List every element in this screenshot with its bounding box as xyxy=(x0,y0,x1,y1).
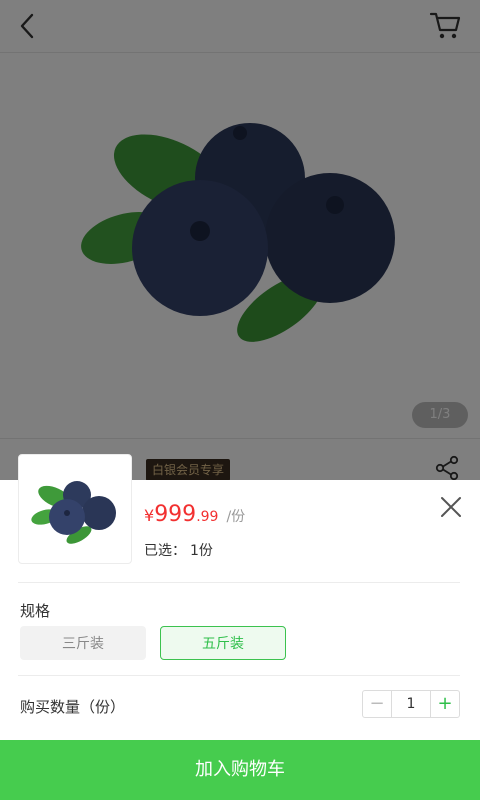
divider xyxy=(18,675,460,676)
modal-overlay[interactable] xyxy=(0,0,480,480)
product-thumbnail xyxy=(18,454,132,564)
price-unit: /份 xyxy=(226,509,246,525)
increase-button[interactable]: + xyxy=(430,691,459,717)
sku-selector-sheet: ¥999.99/份 已选： 1份 规格 三斤装 五斤装 购买数量（份） − 1 +… xyxy=(0,454,480,800)
price-integer: 999 xyxy=(154,502,197,527)
quantity-value[interactable]: 1 xyxy=(392,691,430,717)
divider xyxy=(18,582,460,583)
decrease-button[interactable]: − xyxy=(363,691,392,717)
selected-label: 已选： xyxy=(144,543,186,559)
price-currency: ¥ xyxy=(144,506,155,525)
price-decimal: .99 xyxy=(196,509,219,525)
spec-option-five-jin[interactable]: 五斤装 xyxy=(160,626,286,660)
spec-option-three-jin[interactable]: 三斤装 xyxy=(20,626,146,660)
selected-summary: 已选： 1份 xyxy=(144,540,213,560)
add-to-cart-button[interactable]: 加入购物车 xyxy=(0,740,480,800)
close-icon xyxy=(441,497,461,517)
selected-value: 1份 xyxy=(190,543,213,559)
price: ¥999.99/份 xyxy=(144,502,245,527)
quantity-stepper: − 1 + xyxy=(362,690,460,718)
spec-label: 规格 xyxy=(20,602,51,620)
blueberry-thumbnail-image xyxy=(31,481,116,544)
close-button[interactable] xyxy=(438,494,464,520)
quantity-label: 购买数量（份） xyxy=(20,698,126,716)
